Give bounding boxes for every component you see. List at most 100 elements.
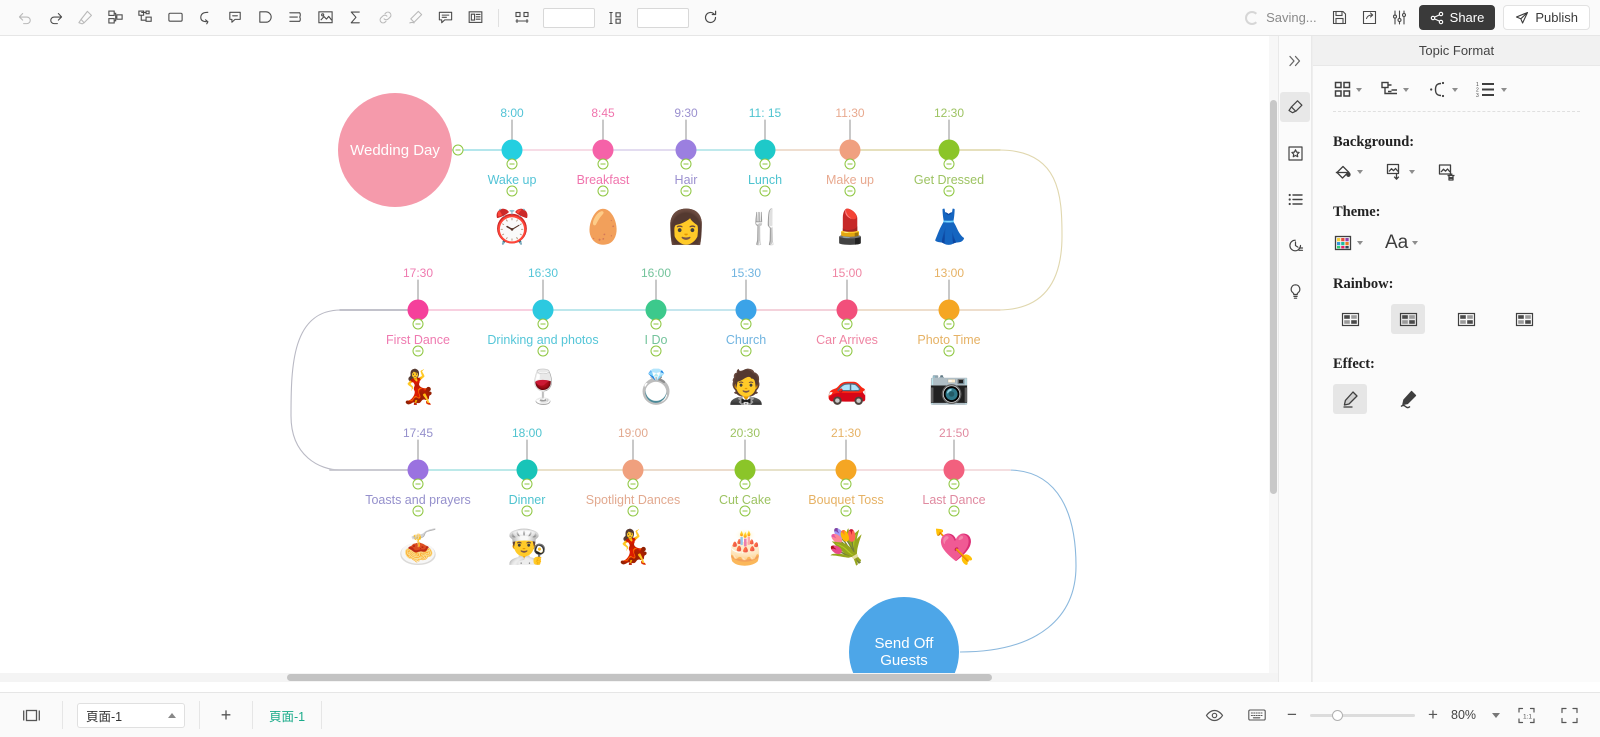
collapse-badge[interactable]: [521, 505, 533, 517]
collapse-badge[interactable]: [739, 505, 751, 517]
layout-structure-icon[interactable]: [1333, 80, 1362, 99]
branch-shape-icon[interactable]: [1427, 80, 1458, 99]
page-selector[interactable]: 頁面-1: [77, 702, 185, 728]
outline-icon[interactable]: [280, 4, 310, 32]
layout-structure-caret[interactable]: [1356, 87, 1362, 92]
rainbow-option-1[interactable]: [1333, 304, 1367, 334]
boundary-icon[interactable]: [160, 4, 190, 32]
collapse-badge[interactable]: [739, 478, 751, 490]
collapse-badge[interactable]: [840, 478, 852, 490]
redo-icon[interactable]: [40, 4, 70, 32]
collapse-badge[interactable]: [680, 185, 692, 197]
collapse-badge[interactable]: [680, 158, 692, 170]
sliders-icon[interactable]: [1385, 4, 1415, 32]
color-theme-icon[interactable]: [1333, 233, 1363, 253]
tips-icon[interactable]: [1280, 276, 1310, 306]
collapse-badge[interactable]: [948, 505, 960, 517]
collapse-badge[interactable]: [943, 158, 955, 170]
fit-to-selection-icon[interactable]: 1:1: [1509, 700, 1543, 730]
collapse-badge[interactable]: [650, 345, 662, 357]
relationship-icon[interactable]: [190, 4, 220, 32]
highlight-pen-icon[interactable]: [400, 4, 430, 32]
topic-icon[interactable]: [130, 4, 160, 32]
effect-marker-icon[interactable]: [1391, 384, 1425, 414]
background-image-caret[interactable]: [1409, 170, 1415, 174]
rainbow-option-4[interactable]: [1507, 304, 1541, 334]
collapse-badge[interactable]: [412, 505, 424, 517]
effect-pencil-icon[interactable]: [1333, 384, 1367, 414]
callout-icon[interactable]: [220, 4, 250, 32]
subtopic-icon[interactable]: [100, 4, 130, 32]
font-theme-caret[interactable]: [1412, 241, 1419, 245]
collapse-badge[interactable]: [943, 185, 955, 197]
zoom-dropdown-caret[interactable]: [1492, 712, 1500, 718]
background-image-icon[interactable]: [1385, 162, 1415, 182]
note-icon[interactable]: [460, 4, 490, 32]
layout-hierarchy-icon[interactable]: [1380, 80, 1409, 99]
topic-format-icon[interactable]: [1280, 92, 1310, 122]
collapse-badge[interactable]: [597, 158, 609, 170]
layout-hierarchy-caret[interactable]: [1403, 87, 1409, 92]
numbering-caret[interactable]: [1501, 87, 1507, 92]
zoom-slider-knob[interactable]: [1332, 709, 1343, 721]
collapse-badge[interactable]: [412, 318, 424, 330]
canvas-vertical-scroll-thumb[interactable]: [1270, 100, 1277, 494]
collapse-panel-icon[interactable]: [1280, 46, 1310, 76]
preview-icon[interactable]: [1197, 700, 1231, 730]
canvas-horizontal-scroll-thumb[interactable]: [287, 674, 992, 681]
collapse-badge[interactable]: [948, 478, 960, 490]
collapse-badge[interactable]: [844, 185, 856, 197]
export-icon[interactable]: [1355, 4, 1385, 32]
outline-list-icon[interactable]: [1280, 184, 1310, 214]
collapse-badge[interactable]: [650, 318, 662, 330]
fill-color-icon[interactable]: [1333, 162, 1363, 182]
collapse-badge[interactable]: [506, 185, 518, 197]
numbering-icon[interactable]: 1 2 3: [1476, 80, 1507, 99]
collapse-badge[interactable]: [412, 478, 424, 490]
add-page-button[interactable]: +: [210, 700, 242, 730]
undo-icon[interactable]: [10, 4, 40, 32]
fullscreen-icon[interactable]: [1552, 700, 1586, 730]
mindmap-start-node[interactable]: Wedding Day: [338, 93, 452, 207]
collapse-badge[interactable]: [841, 318, 853, 330]
collapse-badge[interactable]: [759, 158, 771, 170]
collapse-badge[interactable]: [943, 318, 955, 330]
collapse-badge[interactable]: [943, 345, 955, 357]
share-button[interactable]: Share: [1418, 5, 1496, 30]
formula-icon[interactable]: [340, 4, 370, 32]
font-theme-icon[interactable]: Aa: [1385, 232, 1419, 254]
collapse-badge[interactable]: [537, 345, 549, 357]
color-theme-caret[interactable]: [1357, 241, 1363, 245]
marker-icon[interactable]: [250, 4, 280, 32]
remove-background-image-icon[interactable]: [1437, 162, 1457, 182]
collapse-badge[interactable]: [627, 478, 639, 490]
collapse-badge[interactable]: [844, 158, 856, 170]
history-icon[interactable]: [1280, 230, 1310, 260]
clipart-icon[interactable]: [1280, 138, 1310, 168]
rainbow-option-2[interactable]: [1391, 304, 1425, 334]
page-tab[interactable]: 頁面-1: [253, 706, 321, 725]
save-icon[interactable]: [1325, 4, 1355, 32]
collapse-badge[interactable]: [521, 478, 533, 490]
collapse-badge[interactable]: [841, 345, 853, 357]
zoom-slider[interactable]: [1310, 709, 1415, 721]
rainbow-option-3[interactable]: [1449, 304, 1483, 334]
mindmap-canvas[interactable]: Wedding Day Send Off Guests 8:00 Wake up ⏰ 8:…: [0, 36, 1278, 682]
collapse-badge[interactable]: [740, 345, 752, 357]
fill-color-caret[interactable]: [1357, 170, 1363, 174]
collapse-badge[interactable]: [452, 144, 464, 156]
collapse-badge[interactable]: [840, 505, 852, 517]
collapse-badge[interactable]: [740, 318, 752, 330]
publish-button[interactable]: Publish: [1503, 5, 1590, 30]
hyperlink-icon[interactable]: [370, 4, 400, 32]
zoom-out-button[interactable]: −: [1283, 705, 1301, 725]
collapse-badge[interactable]: [412, 345, 424, 357]
image-icon[interactable]: [310, 4, 340, 32]
collapse-badge[interactable]: [627, 505, 639, 517]
collapse-badge[interactable]: [597, 185, 609, 197]
height-input[interactable]: [637, 7, 689, 28]
branch-shape-caret[interactable]: [1452, 87, 1458, 92]
shortcuts-icon[interactable]: [1240, 700, 1274, 730]
collapse-badge[interactable]: [759, 185, 771, 197]
collapse-badge[interactable]: [506, 158, 518, 170]
